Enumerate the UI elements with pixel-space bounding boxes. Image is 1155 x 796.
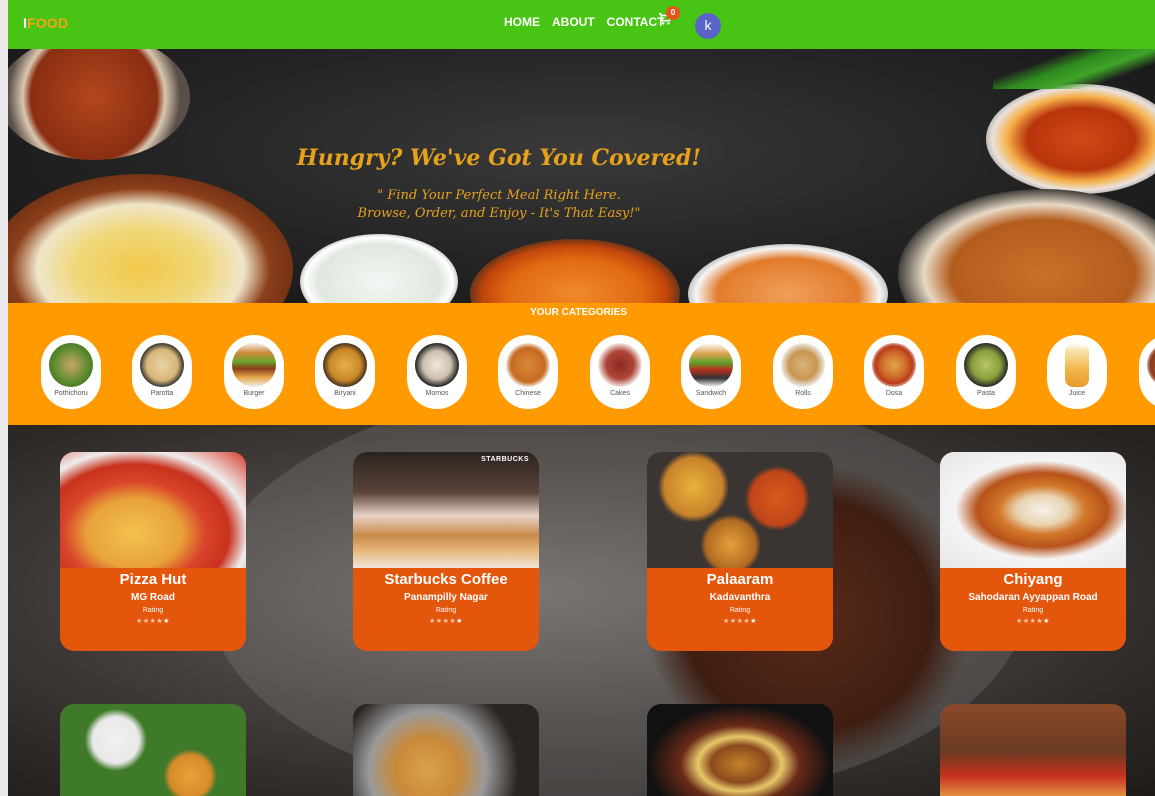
rating-label: Rating (142, 607, 164, 614)
category-item-dosa[interactable]: Dosa (864, 335, 924, 409)
rating-stars-full: ★ (1043, 618, 1050, 625)
restaurant-name: Pizza Hut (119, 571, 187, 588)
nav-link-about[interactable]: ABOUT (552, 15, 595, 29)
raita-bowl-image (300, 234, 458, 303)
categories-section: YOUR CATEGORIES Pothichoru Parotta Burge… (8, 303, 1155, 425)
category-label: Parotta (150, 390, 174, 397)
category-label: Momos (425, 390, 449, 397)
category-item-momos[interactable]: Momos (407, 335, 467, 409)
category-item-pothichoru[interactable]: Pothichoru (41, 335, 101, 409)
star-rating: ★★★★★ (353, 617, 539, 625)
hero-banner: Hungry? We've Got You Covered! " Find Yo… (8, 49, 1155, 303)
rating-label: Rating (435, 607, 457, 614)
restaurant-card-chiyang[interactable]: Chiyang Sahodaran Ayyappan Road Rating ★… (940, 452, 1126, 651)
hero-subtitle-line2: Browse, Order, and Enjoy - It's That Eas… (357, 206, 641, 221)
category-item-sandwich[interactable]: Sandwich (681, 335, 741, 409)
category-item-biryani[interactable]: Biryani (315, 335, 375, 409)
category-label: Pasta (977, 390, 995, 397)
restaurants-section: Pizza Hut MG Road Rating ★★★★★ STARBUCKS… (8, 425, 1155, 796)
rating-stars-dim: ★★★★ (1016, 618, 1044, 625)
category-label: Pothichoru (54, 390, 88, 397)
user-avatar[interactable]: k (695, 13, 721, 39)
star-rating: ★★★★★ (940, 617, 1126, 625)
star-rating: ★★★★★ (647, 617, 833, 625)
restaurant-location: Sahodaran Ayyappan Road (968, 592, 1098, 603)
category-label: Cakes (610, 390, 630, 397)
rating-stars-dim: ★★★★ (723, 618, 751, 625)
navbar: IFOOD HOME ABOUT CONTACT 0 k (8, 0, 1155, 49)
nav-link-home[interactable]: HOME (504, 15, 540, 29)
sandwich-image (689, 343, 733, 387)
palaaram-image (647, 452, 833, 568)
restaurant-name: Palaaram (706, 571, 774, 588)
category-item-parotta[interactable]: Parotta (132, 335, 192, 409)
category-item-juice[interactable]: Juice (1047, 335, 1107, 409)
rating-label: Rating (1022, 607, 1044, 614)
category-item-pasta[interactable]: Pasta (956, 335, 1016, 409)
cakes-image (598, 343, 642, 387)
parotta-image (140, 343, 184, 387)
restaurant-name: Starbucks Coffee (384, 571, 508, 588)
restaurant-card-fried-chicken[interactable] (940, 704, 1126, 796)
chinese-image (506, 343, 550, 387)
category-label: Dosa (885, 390, 903, 397)
restaurant-card-south-indian[interactable] (60, 704, 246, 796)
category-item-rolls[interactable]: Rolls (773, 335, 833, 409)
chicken-dish-image (8, 49, 190, 160)
soup-bowl-image (688, 244, 888, 303)
rating-label: Rating (729, 607, 751, 614)
category-item-cakes[interactable]: Cakes (590, 335, 650, 409)
category-label: Burger (243, 390, 265, 397)
restaurant-location: Panampilly Nagar (404, 592, 488, 603)
rating-stars-full: ★ (163, 618, 170, 625)
nav-link-contact[interactable]: CONTACT (607, 15, 665, 29)
rating-stars-full: ★ (456, 618, 463, 625)
category-label: Rolls (795, 390, 811, 397)
restaurant-location: MG Road (131, 592, 175, 603)
starbucks-image: STARBUCKS (353, 452, 539, 568)
pasta-image (964, 343, 1008, 387)
category-item-chinese[interactable]: Chinese (498, 335, 558, 409)
pothichoru-image (49, 343, 93, 387)
momos-image (415, 343, 459, 387)
nav-links: HOME ABOUT CONTACT (504, 15, 664, 29)
hero-title: Hungry? We've Got You Covered! (296, 145, 702, 171)
star-rating: ★★★★★ (60, 617, 246, 625)
pizza-hut-image (60, 452, 246, 568)
chiyang-image (940, 452, 1126, 568)
restaurant-card-puri[interactable] (353, 704, 539, 796)
chilli-dish-image (986, 84, 1155, 194)
category-partial-image (1147, 343, 1155, 387)
starbucks-logo-text: STARBUCKS (481, 456, 529, 463)
cart-button[interactable]: 0 (658, 6, 680, 30)
rating-stars-full: ★ (750, 618, 757, 625)
restaurant-card-palaaram[interactable]: Palaaram Kadavanthra Rating ★★★★★ (647, 452, 833, 651)
page-frame: IFOOD HOME ABOUT CONTACT 0 k Hungry? We'… (0, 0, 1155, 796)
restaurant-card-burger[interactable] (647, 704, 833, 796)
category-item-burger[interactable]: Burger (224, 335, 284, 409)
restaurant-card-starbucks[interactable]: STARBUCKS Starbucks Coffee Panampilly Na… (353, 452, 539, 651)
hero-subtitle-line1: " Find Your Perfect Meal Right Here. (377, 188, 621, 203)
curry-leaves-image (993, 49, 1155, 89)
category-item-partial[interactable] (1139, 335, 1155, 409)
rating-stars-dim: ★★★★ (136, 618, 164, 625)
rating-stars-dim: ★★★★ (429, 618, 457, 625)
restaurant-name: Chiyang (1003, 571, 1063, 588)
category-label: Juice (1068, 390, 1086, 397)
biryani-image (323, 343, 367, 387)
dosa-image (872, 343, 916, 387)
category-label: Chinese (515, 390, 541, 397)
juice-image (1065, 343, 1089, 387)
curry-bowl-image (470, 239, 680, 303)
brand-logo[interactable]: IFOOD (23, 15, 68, 31)
restaurant-card-pizza-hut[interactable]: Pizza Hut MG Road Rating ★★★★★ (60, 452, 246, 651)
restaurant-location: Kadavanthra (709, 592, 771, 603)
category-label: Sandwich (695, 390, 727, 397)
categories-heading: YOUR CATEGORIES (529, 307, 628, 318)
rolls-image (781, 343, 825, 387)
category-label: Biryani (334, 390, 356, 397)
burger-image (232, 343, 276, 387)
cart-count-badge: 0 (666, 6, 680, 20)
brand-word: FOOD (27, 15, 69, 31)
